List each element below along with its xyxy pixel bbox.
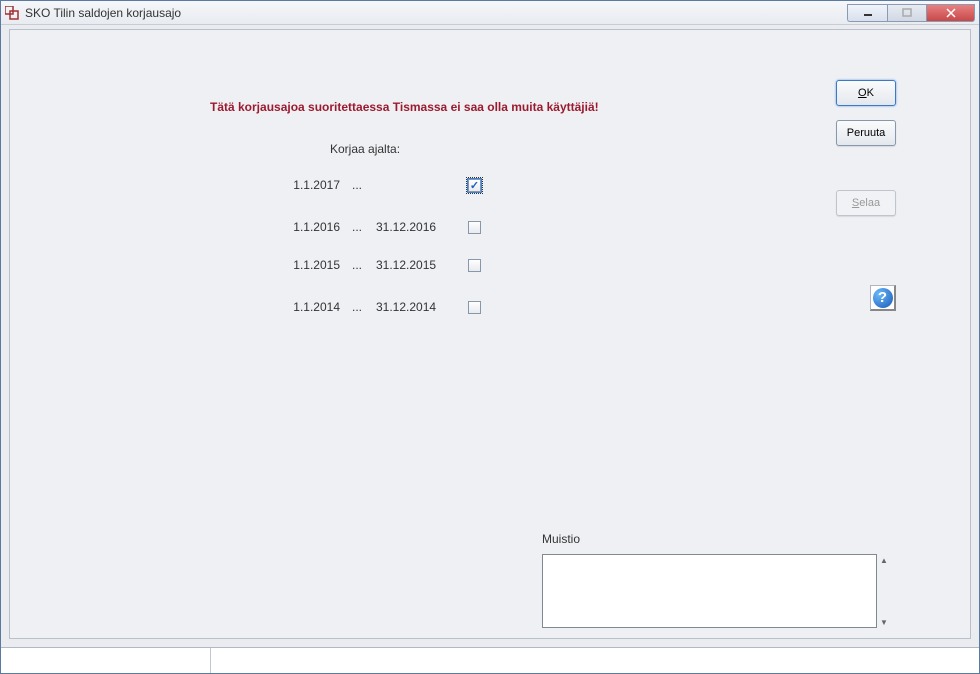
start-date-4: 1.1.2014 xyxy=(280,300,340,314)
date-row-3: 1.1.2015 ... 31.12.2015 xyxy=(280,258,481,272)
date-separator: ... xyxy=(352,300,364,314)
start-date-1: 1.1.2017 xyxy=(280,178,340,192)
window-title: SKO Tilin saldojen korjausajo xyxy=(25,6,847,20)
start-date-3: 1.1.2015 xyxy=(280,258,340,272)
content-panel: Tätä korjausajoa suoritettaessa Tismassa… xyxy=(9,29,971,639)
minimize-button[interactable] xyxy=(847,4,887,22)
end-date-4: 31.12.2014 xyxy=(376,300,446,314)
dialog-window: SKO Tilin saldojen korjausajo Tätä korja… xyxy=(0,0,980,674)
statusbar xyxy=(1,647,979,673)
ok-button[interactable]: OK xyxy=(836,80,896,106)
date-separator: ... xyxy=(352,258,364,272)
memo-textarea[interactable] xyxy=(542,554,877,628)
period-checkbox-1[interactable] xyxy=(468,179,481,192)
titlebar[interactable]: SKO Tilin saldojen korjausajo xyxy=(1,1,979,25)
browse-button: Selaa xyxy=(836,190,896,216)
memo-label: Muistio xyxy=(542,532,580,546)
close-button[interactable] xyxy=(927,4,975,22)
status-pane-1 xyxy=(1,648,211,673)
date-separator: ... xyxy=(352,220,364,234)
scroll-down-icon[interactable]: ▼ xyxy=(878,616,890,628)
date-row-1: 1.1.2017 ... xyxy=(280,178,481,192)
scroll-up-icon[interactable]: ▲ xyxy=(878,554,890,566)
date-row-2: 1.1.2016 ... 31.12.2016 xyxy=(280,220,481,234)
maximize-button xyxy=(887,4,927,22)
app-icon xyxy=(5,6,19,20)
period-checkbox-2[interactable] xyxy=(468,221,481,234)
start-date-2: 1.1.2016 xyxy=(280,220,340,234)
end-date-2: 31.12.2016 xyxy=(376,220,446,234)
period-checkbox-4[interactable] xyxy=(468,301,481,314)
date-separator: ... xyxy=(352,178,364,192)
cancel-button[interactable]: Peruuta xyxy=(836,120,896,146)
period-checkbox-3[interactable] xyxy=(468,259,481,272)
help-button[interactable]: ? xyxy=(870,285,896,311)
end-date-3: 31.12.2015 xyxy=(376,258,446,272)
section-label: Korjaa ajalta: xyxy=(330,142,400,156)
memo-group: ▲ ▼ xyxy=(542,554,892,628)
help-icon: ? xyxy=(873,288,893,308)
warning-message: Tätä korjausajoa suoritettaessa Tismassa… xyxy=(210,100,599,114)
memo-scrollbar: ▲ ▼ xyxy=(877,554,891,628)
window-controls xyxy=(847,4,975,22)
date-row-4: 1.1.2014 ... 31.12.2014 xyxy=(280,300,481,314)
